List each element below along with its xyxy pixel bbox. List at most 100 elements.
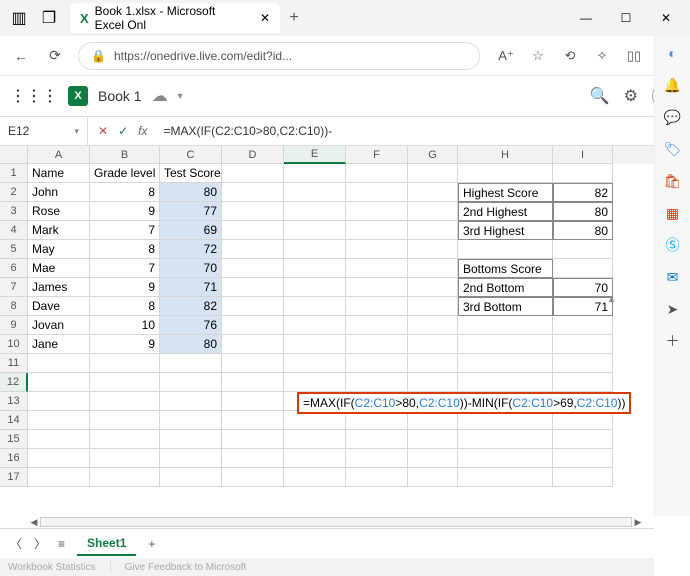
maximize-button[interactable]: ☐	[606, 3, 646, 33]
read-aloud-icon[interactable]: A⁺	[492, 42, 520, 70]
cell-grade[interactable]: 8	[90, 240, 160, 259]
row-header[interactable]: 9	[0, 316, 28, 335]
row-header[interactable]: 1	[0, 164, 28, 183]
close-tab-icon[interactable]: ✕	[260, 11, 270, 25]
cell-grade[interactable]: 8	[90, 297, 160, 316]
cell-score[interactable]: 70	[160, 259, 222, 278]
summary-label[interactable]: 2nd Bottom	[458, 278, 553, 297]
favorite-icon[interactable]: ☆	[524, 42, 552, 70]
cell-grade[interactable]: 9	[90, 202, 160, 221]
header-score[interactable]: Test Score	[160, 164, 222, 183]
cancel-formula-icon[interactable]: ✕	[98, 124, 108, 138]
name-box[interactable]: E12 ▾	[0, 117, 88, 145]
col-header-F[interactable]: F	[346, 146, 408, 164]
summary-value[interactable]: 82	[553, 183, 613, 202]
row-header[interactable]: 7	[0, 278, 28, 297]
cell-score[interactable]: 72	[160, 240, 222, 259]
summary-value[interactable]: 71	[553, 297, 613, 316]
cell-name[interactable]: James	[28, 278, 90, 297]
col-header-H[interactable]: H	[458, 146, 553, 164]
send-icon[interactable]: ➤	[662, 298, 684, 320]
cell-score[interactable]: 80	[160, 183, 222, 202]
cell-name[interactable]: May	[28, 240, 90, 259]
summary-value[interactable]: 80	[553, 202, 613, 221]
header-name[interactable]: Name	[28, 164, 90, 183]
refresh-button[interactable]: ⟳	[44, 47, 66, 64]
cell-score[interactable]: 69	[160, 221, 222, 240]
summary-label[interactable]: 3rd Bottom	[458, 297, 553, 316]
cell-grade[interactable]: 9	[90, 278, 160, 297]
cell-grade[interactable]: 10	[90, 316, 160, 335]
summary-label[interactable]: 2nd Highest	[458, 202, 553, 221]
collapse-icon[interactable]: ▲	[607, 294, 616, 304]
cell-grade[interactable]: 7	[90, 221, 160, 240]
summary-label[interactable]: 3rd Highest	[458, 221, 553, 240]
col-header-G[interactable]: G	[408, 146, 458, 164]
shopping-icon[interactable]: 🛍	[662, 170, 684, 192]
row-header[interactable]: 5	[0, 240, 28, 259]
cell-grade[interactable]: 9	[90, 335, 160, 354]
cell-name[interactable]: Mae	[28, 259, 90, 278]
sync-icon[interactable]: ⟲	[556, 42, 584, 70]
add-sheet-icon[interactable]: +	[148, 537, 155, 551]
summary-value[interactable]: 70	[553, 278, 613, 297]
collections-icon[interactable]: ▯▯	[620, 42, 648, 70]
summary-label[interactable]	[458, 335, 553, 354]
cell-score[interactable]: 76	[160, 316, 222, 335]
row-header[interactable]: 3	[0, 202, 28, 221]
header-grade[interactable]: Grade level	[90, 164, 160, 183]
dropdown-icon[interactable]: ▾	[178, 91, 183, 102]
cell-name[interactable]: Jovan	[28, 316, 90, 335]
url-box[interactable]: 🔒 https://onedrive.live.com/edit?id...	[78, 42, 480, 70]
summary-value[interactable]	[553, 240, 613, 259]
summary-value[interactable]	[553, 335, 613, 354]
summary-label[interactable]: Highest Score	[458, 183, 553, 202]
row-header[interactable]: 2	[0, 183, 28, 202]
col-header-D[interactable]: D	[222, 146, 284, 164]
row-header[interactable]: 11	[0, 354, 28, 373]
col-header-C[interactable]: C	[160, 146, 222, 164]
prev-sheet-icon[interactable]: 〈	[10, 535, 22, 552]
chat-icon[interactable]: 💬	[662, 106, 684, 128]
row-header[interactable]: 12	[0, 373, 28, 392]
scroll-right-icon[interactable]: ▶	[632, 516, 644, 528]
cell-name[interactable]: Rose	[28, 202, 90, 221]
settings-icon[interactable]: ⚙	[624, 86, 638, 106]
back-button[interactable]: ←	[10, 48, 32, 64]
tab-overview-icon[interactable]: ❐	[34, 8, 64, 28]
horizontal-scrollbar[interactable]: ◀ ▶	[28, 516, 644, 528]
cell-score[interactable]: 82	[160, 297, 222, 316]
summary-value[interactable]	[553, 259, 613, 278]
row-header[interactable]: 10	[0, 335, 28, 354]
col-header-E[interactable]: E	[284, 146, 346, 164]
add-sidebar-icon[interactable]: ＋	[662, 330, 684, 352]
summary-value[interactable]: 80	[553, 221, 613, 240]
minimize-button[interactable]: —	[566, 3, 606, 33]
col-header-B[interactable]: B	[90, 146, 160, 164]
tag-icon[interactable]: 🏷	[662, 138, 684, 160]
select-all-corner[interactable]	[0, 146, 28, 164]
office-icon[interactable]: ▦	[662, 202, 684, 224]
accept-formula-icon[interactable]: ✓	[118, 124, 128, 138]
spreadsheet-grid[interactable]: ▲ A B C D E F G H I 1 Name Grade level T…	[0, 146, 654, 516]
cell-name[interactable]: John	[28, 183, 90, 202]
tabs-menu-icon[interactable]: ▥	[4, 8, 34, 28]
sheet-tab[interactable]: Sheet1	[77, 532, 136, 556]
row-header[interactable]: 4	[0, 221, 28, 240]
chevron-down-icon[interactable]: ▾	[74, 126, 79, 137]
extensions-icon[interactable]: ✧	[588, 42, 616, 70]
workbook-title[interactable]: Book 1	[98, 88, 142, 104]
summary-value[interactable]	[553, 316, 613, 335]
outlook-icon[interactable]: ✉	[662, 266, 684, 288]
row-header[interactable]: 6	[0, 259, 28, 278]
formula-input[interactable]: =MAX(IF(C2:C10>80,C2:C10))-	[157, 124, 669, 138]
cell-score[interactable]: 77	[160, 202, 222, 221]
editing-cell[interactable]: =MAX(IF(C2:C10>80,C2:C10))-MIN(IF(C2:C10…	[297, 392, 631, 414]
cell-name[interactable]: Mark	[28, 221, 90, 240]
summary-label[interactable]	[458, 316, 553, 335]
all-sheets-icon[interactable]: ≡	[58, 537, 65, 551]
col-header-I[interactable]: I	[553, 146, 613, 164]
cell-name[interactable]: Dave	[28, 297, 90, 316]
col-header-A[interactable]: A	[28, 146, 90, 164]
skype-icon[interactable]: Ⓢ	[662, 234, 684, 256]
